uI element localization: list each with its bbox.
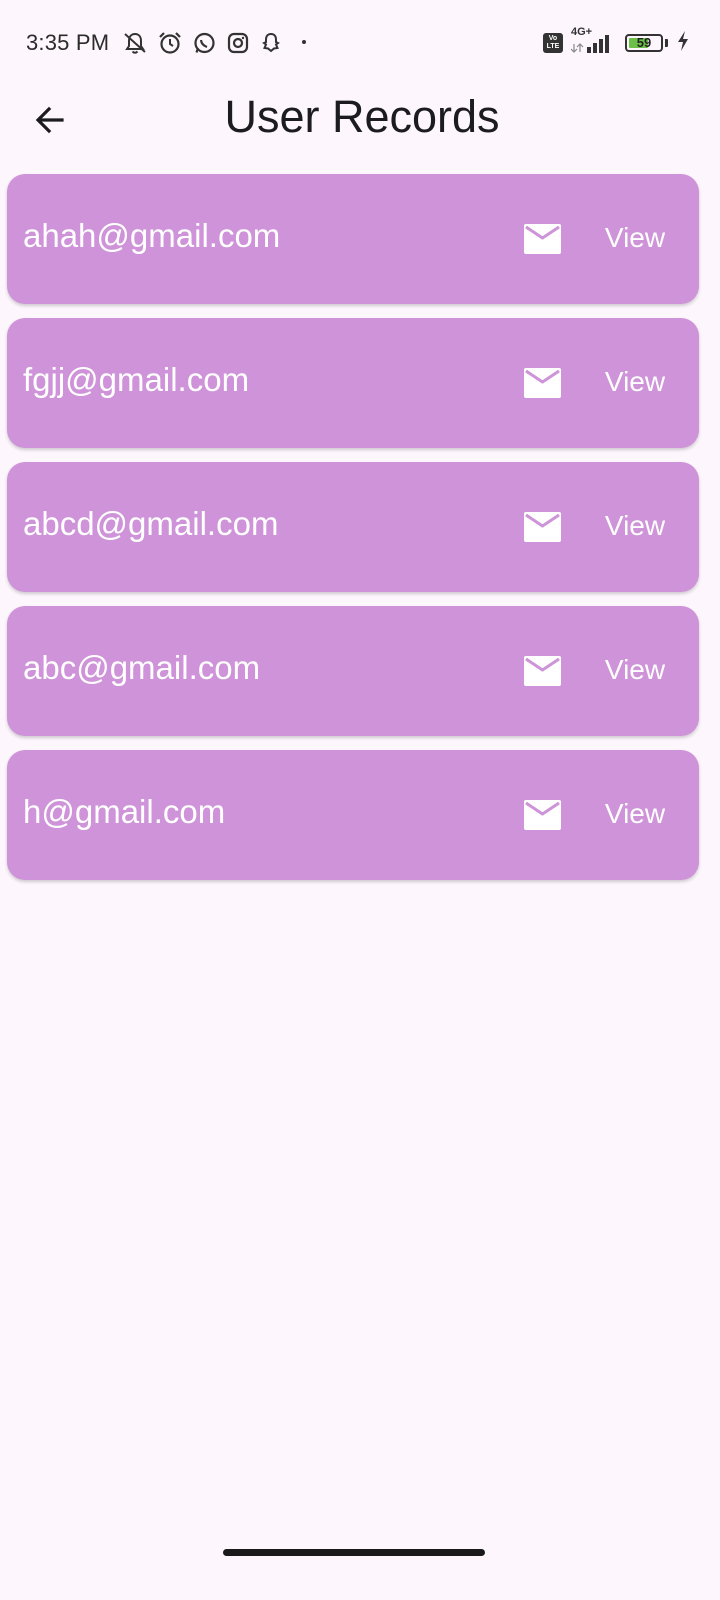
signal-icon: 4G+ (571, 26, 617, 56)
view-button[interactable]: View (587, 648, 683, 692)
record-card: ahah@gmail.com View (7, 174, 699, 304)
instagram-icon (226, 31, 250, 55)
status-time: 3:35 PM (26, 30, 110, 55)
mail-icon[interactable] (524, 512, 561, 542)
mail-icon[interactable] (524, 224, 561, 254)
app-bar: User Records (0, 88, 720, 152)
view-button[interactable]: View (587, 360, 683, 404)
record-email: abcd@gmail.com (23, 505, 279, 542)
whatsapp-icon (192, 31, 217, 56)
battery-level: 59 (636, 35, 652, 50)
dot-icon (292, 31, 316, 55)
view-button[interactable]: View (587, 216, 683, 260)
notification-icons (122, 28, 316, 58)
record-email: ahah@gmail.com (23, 217, 281, 254)
snapchat-icon (259, 31, 283, 55)
volte-icon: Vo LTE (543, 33, 563, 53)
page-title: User Records (224, 91, 500, 142)
record-card: fgjj@gmail.com View (7, 318, 699, 448)
record-email: fgjj@gmail.com (23, 361, 250, 398)
record-card: h@gmail.com View (7, 750, 699, 880)
battery-tip (665, 39, 668, 47)
view-button[interactable]: View (587, 504, 683, 548)
battery-icon: 59 (625, 34, 663, 52)
record-card: abcd@gmail.com View (7, 462, 699, 592)
record-email: abc@gmail.com (23, 649, 261, 686)
home-indicator[interactable] (223, 1549, 485, 1556)
mail-icon[interactable] (524, 656, 561, 686)
view-button[interactable]: View (587, 792, 683, 836)
records-list: ahah@gmail.com View fgjj@gmail.com View … (7, 174, 699, 894)
status-bar: 3:35 PM Vo LTE 4G+ 59 (0, 0, 720, 88)
bell-off-icon (122, 30, 148, 56)
volte-top-label: Vo (548, 35, 558, 42)
mail-icon[interactable] (524, 368, 561, 398)
alarm-icon (157, 30, 183, 56)
record-email: h@gmail.com (23, 793, 226, 830)
volte-bottom-label: LTE (546, 43, 560, 50)
system-icons: Vo LTE 4G+ 59 (543, 26, 690, 58)
charging-icon (676, 30, 690, 57)
mail-icon[interactable] (524, 800, 561, 830)
record-card: abc@gmail.com View (7, 606, 699, 736)
